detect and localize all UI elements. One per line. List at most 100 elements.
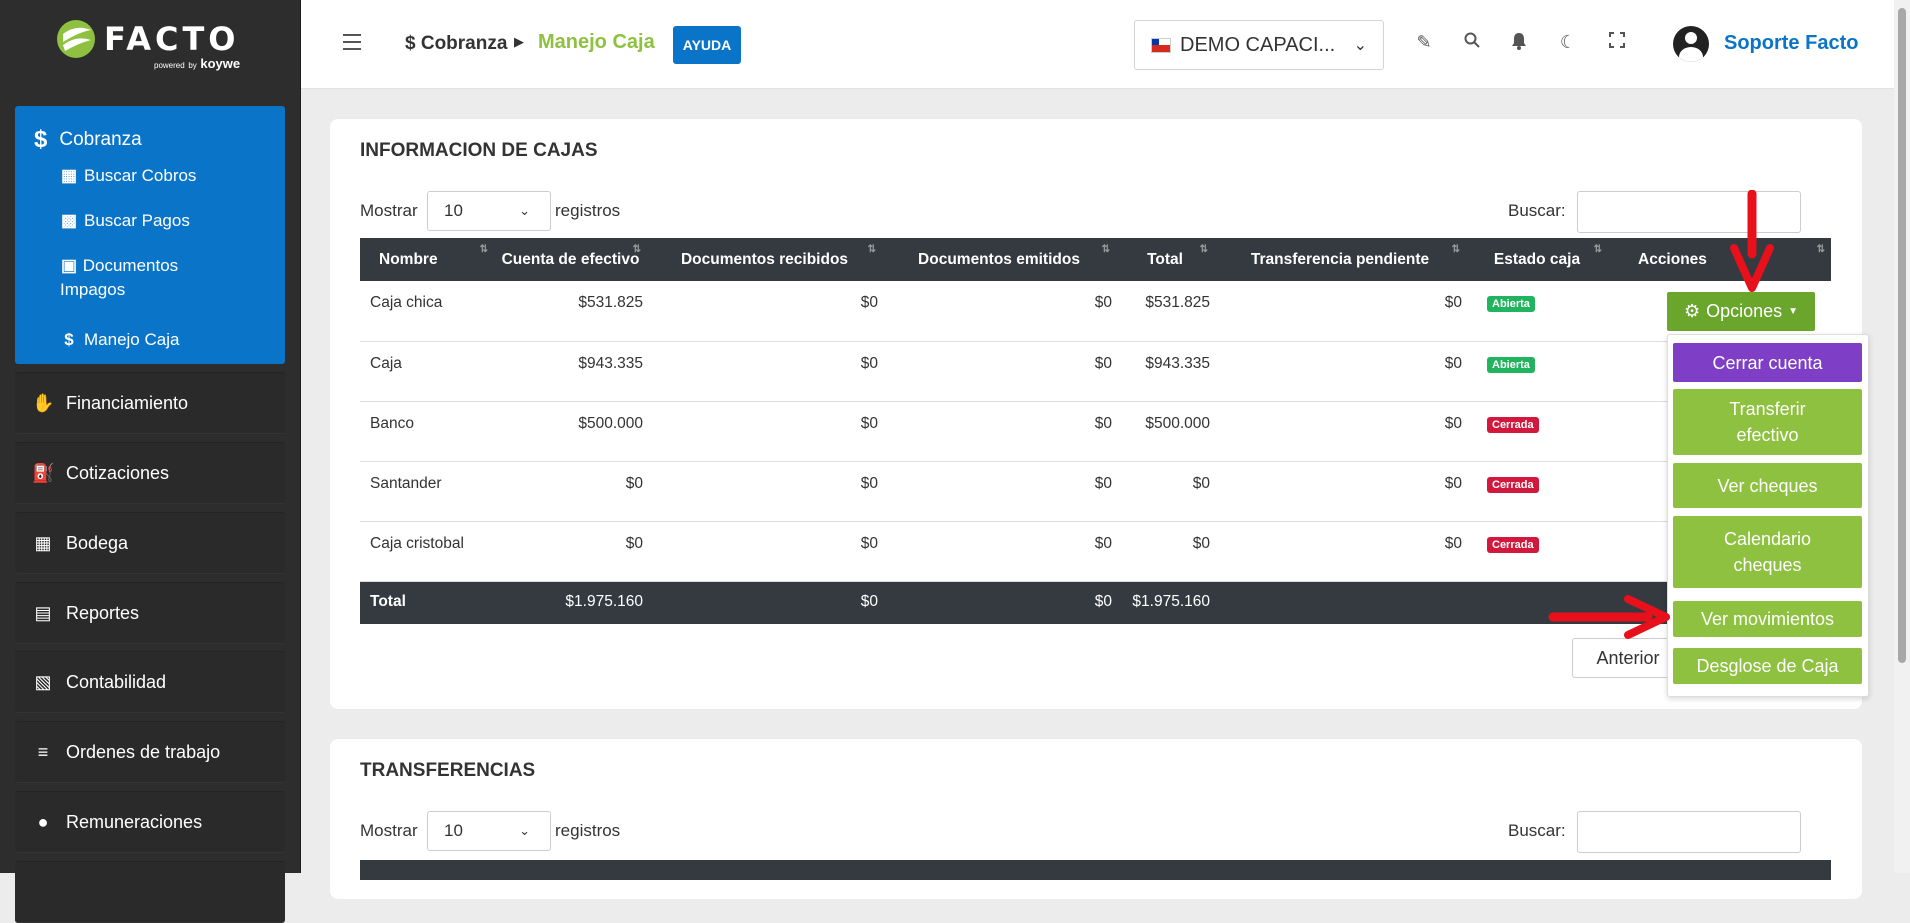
user-name[interactable]: Soporte Facto <box>1724 32 1858 55</box>
cell-estado: Abierta <box>1466 281 1608 342</box>
sidebar-item-ordenes-de-trabajo[interactable]: ≡ Ordenes de trabajo <box>15 721 285 783</box>
sort-icon: ⇅ <box>1816 244 1825 255</box>
breadcrumb-current: Manejo Caja <box>538 31 655 53</box>
sidebar-item-remuneraciones[interactable]: ● Remuneraciones <box>15 791 285 853</box>
chart-icon: ▤ <box>34 602 52 623</box>
sidebar-item-manejo-caja[interactable]: $ Manejo Caja <box>60 328 179 352</box>
cell-total: $531.825 <box>1116 281 1214 342</box>
sort-icon: ⇅ <box>1199 244 1208 255</box>
menu-item-ver-movimientos[interactable]: Ver movimientos <box>1673 601 1862 637</box>
table-header-row: Nombre ⇅ Cuenta de efectivo ⇅ Documentos r… <box>360 238 1831 281</box>
boxes-icon: ▦ <box>34 532 52 553</box>
cell-total-recibidos: $0 <box>647 581 882 624</box>
column-header-efectivo[interactable]: Cuenta de efectivo ⇅ <box>494 238 647 281</box>
cell-total-emitidos: $0 <box>882 581 1116 624</box>
cell-efectivo: $0 <box>494 461 647 522</box>
sidebar-item-reportes[interactable]: ▤ Reportes <box>15 582 285 644</box>
cell-emitidos: $0 <box>882 281 1116 342</box>
scrollbar-thumb[interactable] <box>1898 8 1906 663</box>
fullscreen-icon[interactable] <box>1606 32 1628 53</box>
hand-money-icon: ✋ <box>32 392 55 413</box>
sort-icon: ⇅ <box>1101 244 1110 255</box>
search-input[interactable] <box>1577 191 1801 233</box>
dollar-icon: $ <box>34 126 48 153</box>
cell-transferencia: $0 <box>1214 341 1466 402</box>
sidebar-item-bodega[interactable]: ▦ Bodega <box>15 512 285 574</box>
dollar-icon: $ <box>64 330 74 349</box>
column-header-emitidos[interactable]: Documentos emitidos ⇅ <box>882 238 1116 281</box>
cell-nombre: Banco <box>360 401 494 462</box>
cell-recibidos: $0 <box>647 521 882 582</box>
sidebar-item-cotizaciones[interactable]: ⛽ Cotizaciones <box>15 442 285 504</box>
cell-transferencia: $0 <box>1214 281 1466 342</box>
sidebar-section-cobranza[interactable]: $ Cobranza ▦ Buscar Cobros ▩ Buscar Pago… <box>15 106 285 364</box>
sidebar-item-documentos-impagos[interactable]: ▣ Documentos Impagos <box>60 254 220 302</box>
options-button[interactable]: ⚙ Opciones ▼ <box>1667 292 1815 331</box>
sort-icon: ⇅ <box>1451 244 1460 255</box>
show-label: Mostrar <box>360 821 418 840</box>
cell-recibidos: $0 <box>647 461 882 522</box>
page-length-select[interactable]: 10 ⌄ <box>427 811 551 851</box>
cell-total: $0 <box>1116 521 1214 582</box>
cell-nombre: Caja <box>360 341 494 402</box>
sidebar-item-buscar-cobros[interactable]: ▦ Buscar Cobros <box>60 164 196 188</box>
company-select[interactable]: DEMO CAPACI... ⌄ <box>1134 20 1384 70</box>
status-badge: Abierta <box>1487 296 1535 312</box>
logo-subtitle: powered by koywe <box>154 56 241 71</box>
page-length-select[interactable]: 10 ⌄ <box>427 191 551 231</box>
column-header-nombre[interactable]: Nombre ⇅ <box>360 238 494 281</box>
cell-nombre: Santander <box>360 461 494 522</box>
sidebar-item-financiamiento[interactable]: ✋ Financiamiento <box>15 372 285 434</box>
column-header-recibidos[interactable]: Documentos recibidos ⇅ <box>647 238 882 281</box>
search-icon[interactable] <box>1461 32 1483 53</box>
sidebar-item-contabilidad[interactable]: ▧ Contabilidad <box>15 651 285 713</box>
cell-efectivo: $943.335 <box>494 341 647 402</box>
menu-item-ver-cheques[interactable]: Ver cheques <box>1673 463 1862 508</box>
chevron-down-icon: ⌄ <box>1353 37 1367 54</box>
sidebar-section-header[interactable]: $ Cobranza <box>34 126 142 154</box>
breadcrumb-cobranza[interactable]: $ Cobranza <box>405 33 507 55</box>
column-header-transferencia[interactable]: Transferencia pendiente ⇅ <box>1214 238 1466 281</box>
menu-item-calendario-cheques[interactable]: Calendario cheques <box>1673 516 1862 588</box>
tasks-icon: ≡ <box>37 741 49 762</box>
table-row: Caja $943.335 $0 $0 $943.335 $0 Abierta <box>360 341 1831 402</box>
menu-item-cerrar-cuenta[interactable]: Cerrar cuenta <box>1673 343 1862 382</box>
cell-total: $0 <box>1116 461 1214 522</box>
column-header-estado[interactable]: Estado caja ⇅ <box>1466 238 1608 281</box>
search-input[interactable] <box>1577 811 1801 853</box>
cell-transferencia: $0 <box>1214 521 1466 582</box>
chile-flag-icon <box>1151 37 1171 53</box>
cell-transferencia: $0 <box>1214 461 1466 522</box>
sort-icon: ⇅ <box>1593 244 1602 255</box>
bell-icon[interactable] <box>1508 32 1530 55</box>
company-name: DEMO CAPACI... <box>1180 33 1336 56</box>
avatar[interactable] <box>1673 26 1709 62</box>
caret-right-icon: ▶ <box>514 34 524 49</box>
column-header-total[interactable]: Total ⇅ <box>1116 238 1214 281</box>
logo[interactable]: FACTO powered by koywe <box>0 0 300 96</box>
page-scrollbar[interactable] <box>1894 0 1910 873</box>
transferencias-table-header <box>360 860 1831 880</box>
sidebar: FACTO powered by koywe $ Cobranza ▦ Busc… <box>0 0 301 923</box>
users-icon: ● <box>37 811 49 832</box>
column-header-acciones[interactable]: Acciones ⇅ <box>1608 238 1831 281</box>
status-badge: Cerrada <box>1487 416 1539 433</box>
status-badge: Abierta <box>1487 356 1535 373</box>
sidebar-item-more[interactable] <box>15 861 285 923</box>
hamburger-menu-icon[interactable] <box>343 34 361 50</box>
moon-icon[interactable]: ☾ <box>1557 32 1579 53</box>
cell-emitidos: $0 <box>882 401 1116 462</box>
sidebar-item-buscar-pagos[interactable]: ▩ Buscar Pagos <box>60 209 190 233</box>
status-badge: Cerrada <box>1487 536 1539 553</box>
sort-icon: ⇅ <box>867 244 876 255</box>
table-row: Santander $0 $0 $0 $0 $0 Cerrada <box>360 461 1831 522</box>
menu-item-transferir-efectivo[interactable]: Transferir efectivo <box>1673 389 1862 455</box>
cell-nombre: Caja chica <box>360 281 494 342</box>
cajas-table: Nombre ⇅ Cuenta de efectivo ⇅ Documentos r… <box>360 238 1831 624</box>
help-button[interactable]: AYUDA <box>673 26 741 64</box>
cell-recibidos: $0 <box>647 401 882 462</box>
wallet-icon: ▣ <box>60 256 78 275</box>
cell-recibidos: $0 <box>647 341 882 402</box>
menu-item-desglose-de-caja[interactable]: Desglose de Caja <box>1673 648 1862 684</box>
edit-document-icon[interactable]: ✎ <box>1413 32 1435 53</box>
